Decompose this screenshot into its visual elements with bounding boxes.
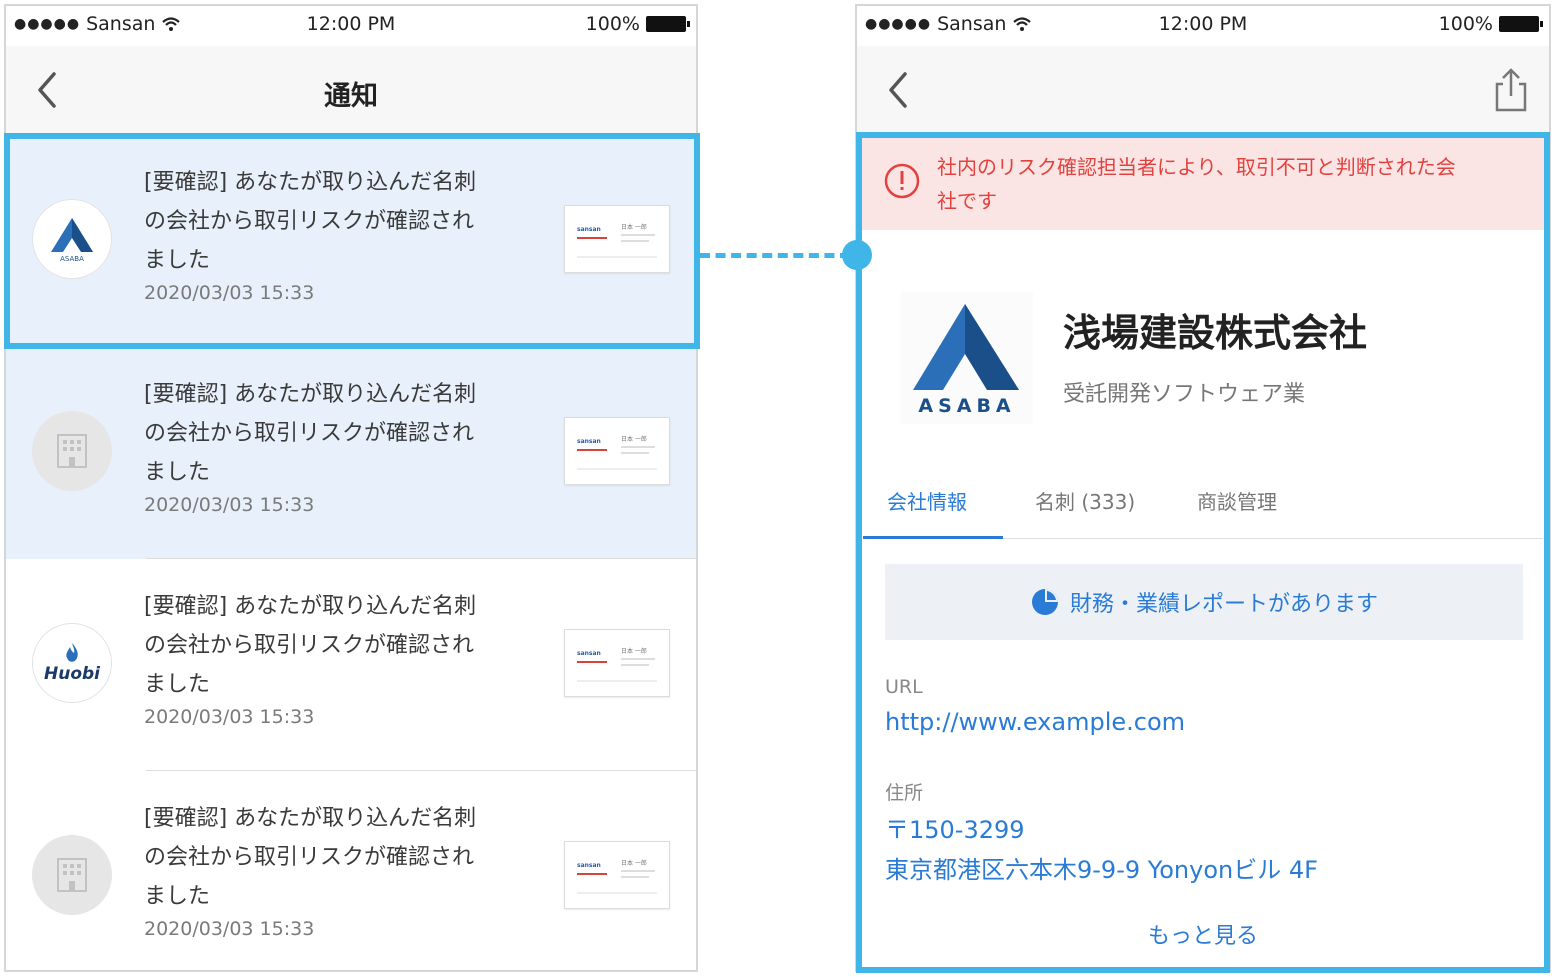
card-line [621, 446, 655, 448]
status-bar: ●●●●● Sansan 12:00 PM 100% [857, 6, 1549, 46]
nav-bar [857, 46, 1549, 135]
company-logo: ASABA [901, 292, 1033, 424]
risk-alert-banner: 社内のリスク確認担当者により、取引不可と判断された会社です [857, 134, 1549, 230]
card-line [621, 234, 655, 236]
connector-dot [842, 240, 872, 270]
notification-item[interactable]: Huobi [要確認] あなたが取り込んだ名刺 の会社から取引リスクが確認され … [6, 559, 696, 771]
card-accent-line [577, 237, 607, 239]
card-line [577, 680, 657, 682]
notification-list: ASABA [要確認] あなたが取り込んだ名刺 の会社から取引リスクが確認され … [6, 135, 696, 970]
card-brand: sansan [577, 862, 601, 869]
card-name: 日本 一郎 [621, 436, 647, 443]
notification-time: 2020/03/03 15:33 [144, 282, 315, 304]
asaba-logo-icon: ASABA [913, 304, 1019, 417]
card-line [621, 876, 649, 878]
pie-chart-icon [1031, 589, 1058, 615]
huobi-logo: Huobi [44, 642, 100, 684]
financial-report-button[interactable]: 財務・業績レポートがあります [885, 564, 1523, 640]
nav-bar: 通知 [6, 46, 696, 135]
notification-text: [要確認] あなたが取り込んだ名刺 の会社から取引リスクが確認され ました [144, 170, 477, 273]
warning-icon [884, 163, 920, 199]
building-icon [57, 434, 87, 468]
card-brand: sansan [577, 650, 601, 657]
asaba-logo-icon: ASABA [51, 218, 93, 262]
company-name: 浅場建設株式会社 [1063, 311, 1368, 355]
card-brand: sansan [577, 438, 601, 445]
asaba-logo-text: ASABA [60, 255, 84, 262]
notification-text: [要確認] あなたが取り込んだ名刺 の会社から取引リスクが確認され ました [144, 806, 477, 909]
url-link[interactable]: http://www.example.com [885, 708, 1185, 736]
company-placeholder-avatar [32, 835, 112, 915]
status-bar: ●●●●● Sansan 12:00 PM 100% [6, 6, 696, 46]
url-label: URL [885, 676, 923, 698]
card-brand: sansan [577, 226, 601, 233]
tab-deal-management[interactable]: 商談管理 [1197, 486, 1277, 515]
notification-text: [要確認] あなたが取り込んだ名刺 の会社から取引リスクが確認され ました [144, 382, 477, 485]
battery: 100% [1438, 13, 1543, 35]
page-title: 通知 [324, 81, 378, 112]
card-name: 日本 一郎 [621, 860, 647, 867]
building-icon [57, 858, 87, 892]
huobi-logo-avatar: Huobi [32, 623, 112, 703]
financial-report-label: 財務・業績レポートがあります [1069, 592, 1378, 617]
business-card-thumbnail[interactable]: sansan 日本 一郎 [564, 629, 670, 697]
card-accent-line [577, 661, 607, 663]
card-accent-line [577, 873, 607, 875]
notification-time: 2020/03/03 15:33 [144, 706, 315, 728]
asaba-logo-avatar: ASABA [32, 199, 112, 279]
card-line [621, 452, 649, 454]
tab-company-info[interactable]: 会社情報 [887, 486, 967, 515]
card-line [577, 892, 657, 894]
notification-time: 2020/03/03 15:33 [144, 494, 315, 516]
company-placeholder-avatar [32, 411, 112, 491]
notification-text: [要確認] あなたが取り込んだ名刺 の会社から取引リスクが確認され ました [144, 594, 477, 697]
connector-dashed-line [700, 253, 850, 258]
business-card-thumbnail[interactable]: sansan 日本 一郎 [564, 841, 670, 909]
address-link[interactable]: 東京都港区六本木9-9-9 Yonyonビル 4F [885, 850, 1318, 885]
notification-item[interactable]: [要確認] あなたが取り込んだ名刺 の会社から取引リスクが確認され ました 20… [6, 771, 696, 970]
active-tab-indicator [863, 536, 1003, 539]
postal-code[interactable]: 〒150-3299 [885, 810, 1025, 845]
business-card-thumbnail[interactable]: sansan 日本 一郎 [564, 205, 670, 273]
notification-item[interactable]: ASABA [要確認] あなたが取り込んだ名刺 の会社から取引リスクが確認され … [6, 135, 696, 347]
address-label: 住所 [885, 782, 924, 804]
battery-icon [646, 16, 690, 32]
tab-business-cards[interactable]: 名刺 (333) [1035, 486, 1135, 515]
show-more-link[interactable]: もっと見る [857, 918, 1549, 950]
card-name: 日本 一郎 [621, 224, 647, 231]
notification-screen: ●●●●● Sansan 12:00 PM 100% 通知 ASABA [要確認… [4, 4, 698, 972]
card-line [621, 870, 655, 872]
risk-alert-text: 社内のリスク確認担当者により、取引不可と判断された会社です [937, 155, 1456, 213]
notification-time: 2020/03/03 15:33 [144, 918, 315, 940]
card-line [577, 256, 657, 258]
flame-icon [66, 643, 78, 662]
card-name: 日本 一郎 [621, 648, 647, 655]
battery-icon [1499, 16, 1543, 32]
notification-item[interactable]: [要確認] あなたが取り込んだ名刺 の会社から取引リスクが確認され ました 20… [6, 347, 696, 559]
battery-percent: 100% [1438, 13, 1493, 35]
battery: 100% [585, 13, 690, 35]
battery-percent: 100% [585, 13, 640, 35]
card-line [621, 240, 649, 242]
back-chevron-icon[interactable] [881, 70, 921, 110]
company-industry: 受託開発ソフトウェア業 [1063, 382, 1306, 407]
business-card-thumbnail[interactable]: sansan 日本 一郎 [564, 417, 670, 485]
card-line [621, 664, 649, 666]
company-logo-text: ASABA [918, 395, 1015, 417]
card-accent-line [577, 449, 607, 451]
share-icon[interactable] [1491, 66, 1531, 114]
huobi-logo-text: Huobi [43, 664, 100, 684]
card-line [621, 658, 655, 660]
tab-bar: 会社情報 名刺 (333) 商談管理 [863, 476, 1543, 539]
company-detail-screen: ●●●●● Sansan 12:00 PM 100% 社内のリスク確認担当者によ… [855, 4, 1551, 972]
card-line [577, 468, 657, 470]
